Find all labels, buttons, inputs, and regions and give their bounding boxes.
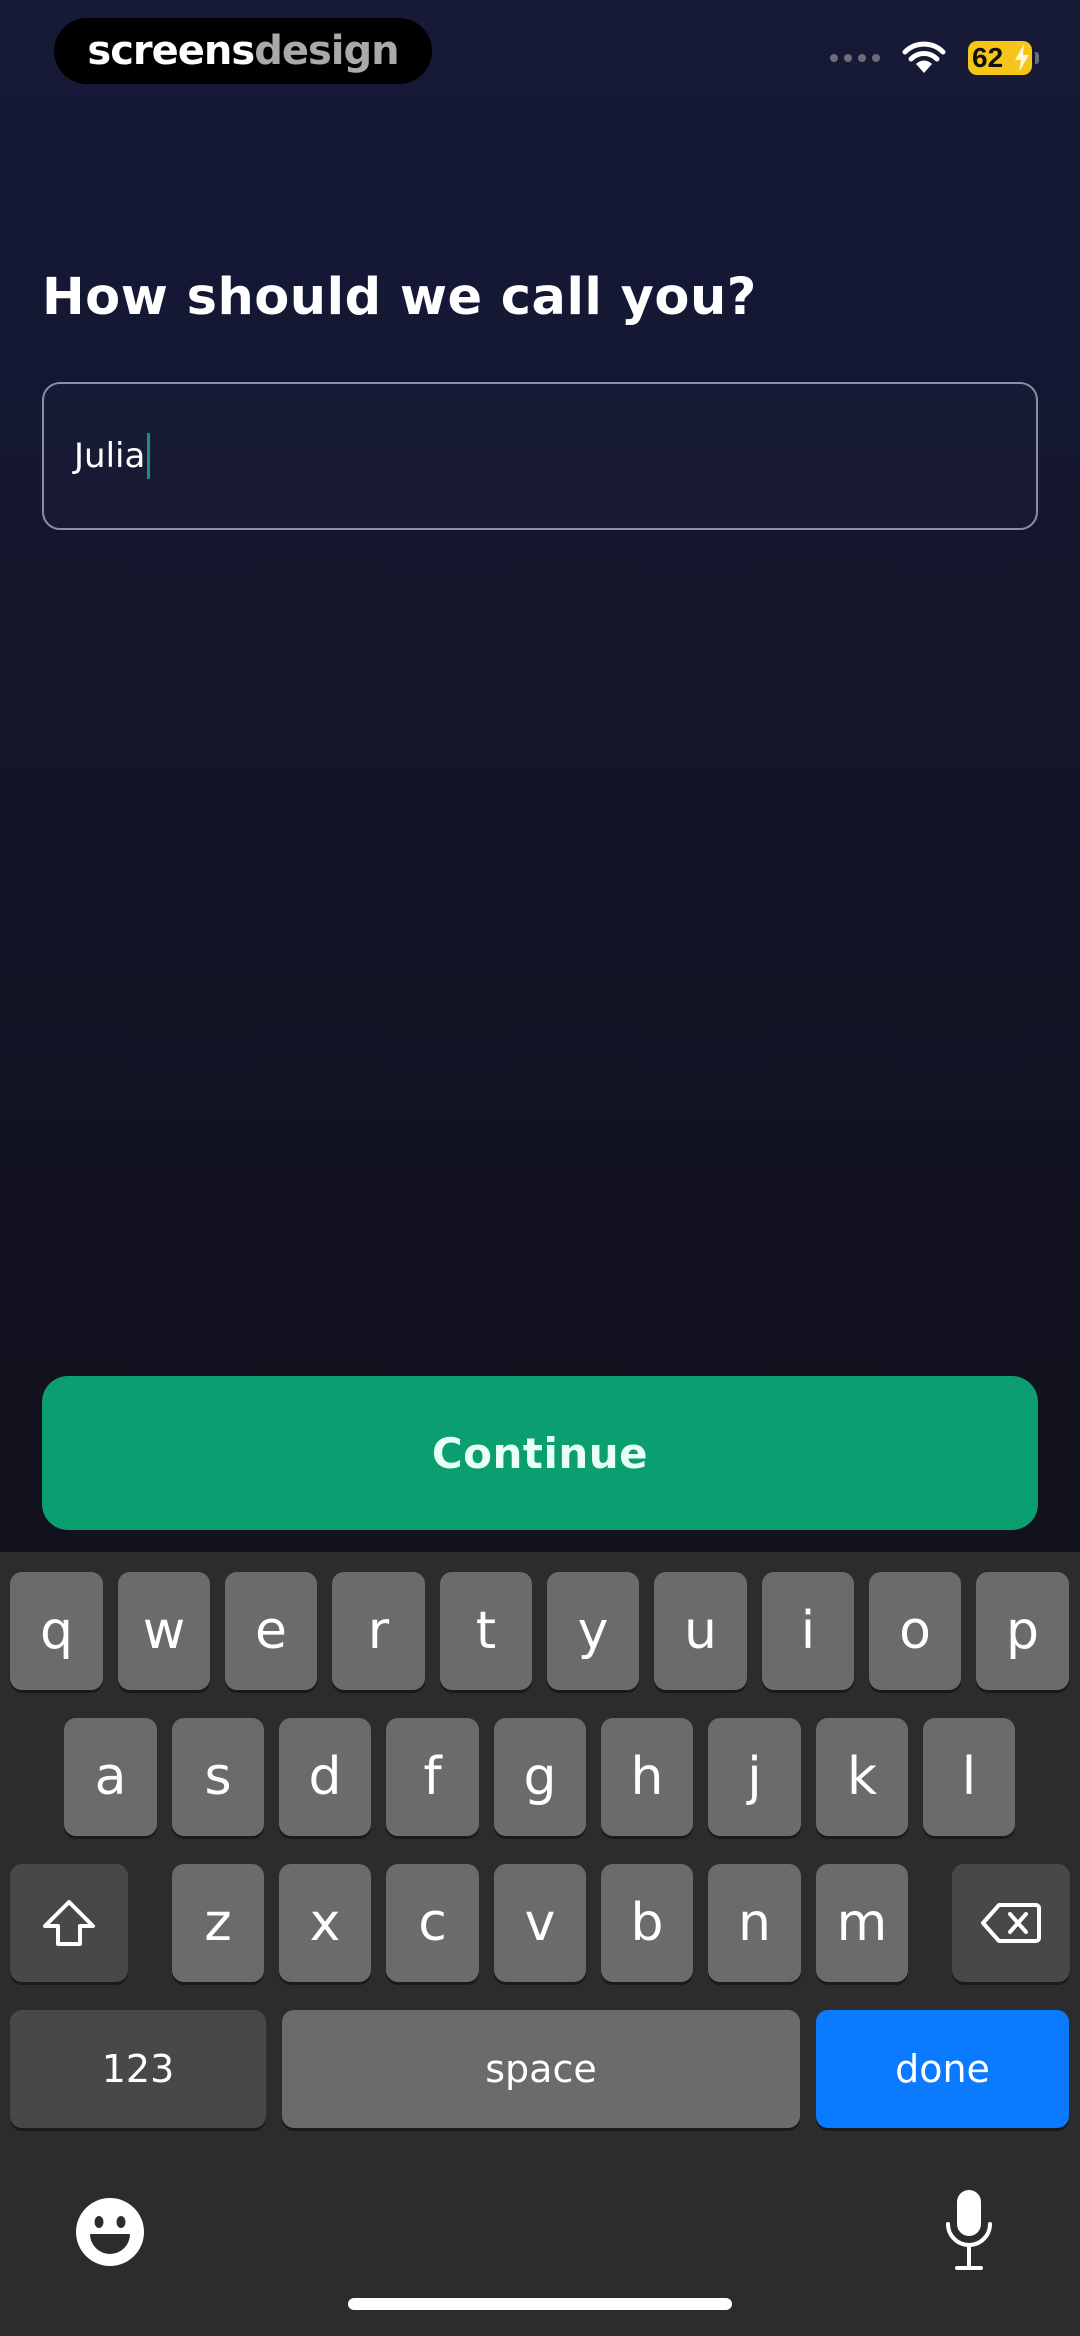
onscreen-keyboard: q w e r t y u i o p a s d f g h j k l z … — [0, 1552, 1080, 2336]
battery-icon: 62 — [968, 41, 1039, 75]
key-r[interactable]: r — [332, 1572, 425, 1690]
brand-text-part2: design — [254, 28, 399, 74]
charging-bolt-icon — [1015, 44, 1029, 72]
cellular-signal-icon — [830, 54, 880, 62]
key-o[interactable]: o — [869, 1572, 961, 1690]
backspace-icon — [981, 1903, 1041, 1943]
key-v[interactable]: v — [494, 1864, 586, 1982]
brand-text-part1: screens — [87, 28, 255, 74]
key-u[interactable]: u — [654, 1572, 747, 1690]
key-k[interactable]: k — [816, 1718, 908, 1836]
brand-watermark: screens design — [54, 18, 432, 84]
text-caret — [147, 433, 151, 479]
key-m[interactable]: m — [816, 1864, 908, 1982]
space-key[interactable]: space — [282, 2010, 800, 2128]
name-input[interactable]: Julia — [42, 382, 1038, 530]
key-g[interactable]: g — [494, 1718, 586, 1836]
key-n[interactable]: n — [708, 1864, 801, 1982]
key-j[interactable]: j — [708, 1718, 801, 1836]
numbers-key[interactable]: 123 — [10, 2010, 266, 2128]
key-y[interactable]: y — [547, 1572, 639, 1690]
battery-level: 62 — [972, 42, 1004, 73]
key-h[interactable]: h — [601, 1718, 693, 1836]
key-e[interactable]: e — [225, 1572, 317, 1690]
key-z[interactable]: z — [172, 1864, 264, 1982]
key-w[interactable]: w — [118, 1572, 210, 1690]
key-p[interactable]: p — [976, 1572, 1069, 1690]
key-x[interactable]: x — [279, 1864, 371, 1982]
key-a[interactable]: a — [64, 1718, 157, 1836]
shift-key[interactable] — [10, 1864, 128, 1982]
key-l[interactable]: l — [923, 1718, 1015, 1836]
emoji-icon[interactable] — [74, 2196, 146, 2268]
key-f[interactable]: f — [386, 1718, 479, 1836]
key-b[interactable]: b — [601, 1864, 693, 1982]
done-key[interactable]: done — [816, 2010, 1069, 2128]
continue-button[interactable]: Continue — [42, 1376, 1038, 1530]
microphone-icon[interactable] — [944, 2188, 994, 2274]
key-t[interactable]: t — [440, 1572, 532, 1690]
page-title: How should we call you? — [42, 268, 757, 327]
home-indicator[interactable] — [348, 2298, 732, 2310]
key-d[interactable]: d — [279, 1718, 371, 1836]
key-q[interactable]: q — [10, 1572, 103, 1690]
shift-arrow-icon — [43, 1900, 95, 1946]
name-input-value: Julia — [74, 436, 146, 476]
status-bar-indicators: 62 — [830, 36, 1039, 80]
key-s[interactable]: s — [172, 1718, 264, 1836]
wifi-icon — [902, 41, 946, 73]
key-i[interactable]: i — [762, 1572, 854, 1690]
backspace-key[interactable] — [952, 1864, 1070, 1982]
key-c[interactable]: c — [386, 1864, 479, 1982]
